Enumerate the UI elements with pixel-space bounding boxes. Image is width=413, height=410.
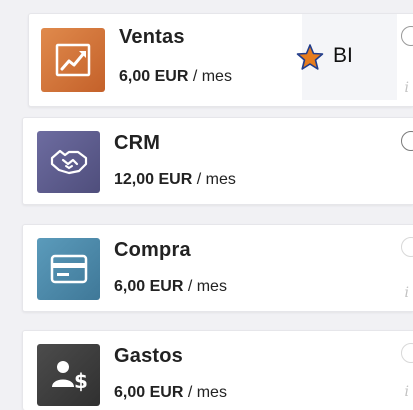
select-radio[interactable] xyxy=(401,131,413,151)
info-icon[interactable]: i xyxy=(405,384,409,400)
price-period: / mes xyxy=(187,278,227,295)
price-amount: 6,00 EUR xyxy=(114,384,184,401)
handshake-icon xyxy=(37,131,100,193)
bi-label: BI xyxy=(333,44,353,67)
price-amount: 6,00 EUR xyxy=(119,68,189,85)
sales-trend-icon xyxy=(41,28,105,92)
app-card-compra[interactable]: Compra 6,00 EUR / mes i xyxy=(22,224,413,312)
select-radio[interactable] xyxy=(401,237,413,257)
credit-card-icon xyxy=(37,238,100,300)
select-radio[interactable] xyxy=(401,343,413,363)
price-amount: 12,00 EUR xyxy=(114,171,193,188)
select-radio[interactable] xyxy=(401,26,413,46)
app-card-crm[interactable]: CRM 12,00 EUR / mes xyxy=(22,117,413,205)
app-price: 6,00 EUR / mes xyxy=(114,278,227,296)
info-icon[interactable]: i xyxy=(405,285,409,301)
star-icon xyxy=(296,43,324,76)
info-icon[interactable]: i xyxy=(405,80,409,96)
price-amount: 6,00 EUR xyxy=(114,278,184,295)
app-name: CRM xyxy=(114,132,161,154)
app-price: 12,00 EUR / mes xyxy=(114,171,236,189)
price-period: / mes xyxy=(196,171,236,188)
app-list: Ventas 6,00 EUR / mes i BI CRM 12,00 EUR… xyxy=(0,0,413,410)
expense-user-dollar-icon: $ xyxy=(37,344,100,406)
app-price: 6,00 EUR / mes xyxy=(114,384,227,402)
app-name: Compra xyxy=(114,239,191,261)
app-name: Ventas xyxy=(119,26,185,48)
price-period: / mes xyxy=(187,384,227,401)
app-name: Gastos xyxy=(114,345,184,367)
app-price: 6,00 EUR / mes xyxy=(119,68,232,86)
svg-text:$: $ xyxy=(74,369,88,393)
app-card-gastos[interactable]: $ Gastos 6,00 EUR / mes i xyxy=(22,330,413,410)
price-period: / mes xyxy=(192,68,232,85)
